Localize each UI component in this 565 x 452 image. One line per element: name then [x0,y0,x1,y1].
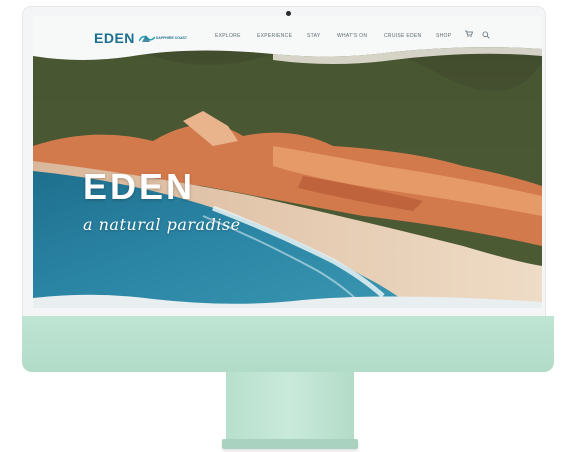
logo-subtitle: SAPPHIRE COAST [155,36,188,40]
search-icon[interactable] [482,31,490,39]
wave-logo-icon [138,35,155,42]
main-nav: EXPLORE EXPERIENCE STAY WHAT'S ON CRUISE… [215,33,464,39]
nav-explore[interactable]: EXPLORE [215,33,257,39]
cart-icon[interactable] [465,30,473,37]
logo-wordmark: EDEN [94,30,135,46]
site-logo[interactable]: EDEN SAPPHIRE COAST [94,28,187,48]
screen: EDEN SAPPHIRE COAST EXPLORE EXPERIENCE S… [33,16,542,308]
hero-tagline: a natural paradise [83,215,241,234]
monitor-stand [226,372,354,440]
hero-title: EDEN [83,166,196,207]
nav-stay[interactable]: STAY [307,33,337,39]
site-header: EDEN SAPPHIRE COAST EXPLORE EXPERIENCE S… [33,16,542,72]
logo-mark: SAPPHIRE COAST [138,33,188,43]
nav-cruise-eden[interactable]: CRUISE EDEN [384,33,436,39]
nav-whats-on[interactable]: WHAT'S ON [337,33,384,39]
monitor-stand-base [222,439,358,449]
monitor-chin [22,316,554,372]
nav-shop[interactable]: SHOP [436,33,464,39]
nav-experience[interactable]: EXPERIENCE [257,33,307,39]
